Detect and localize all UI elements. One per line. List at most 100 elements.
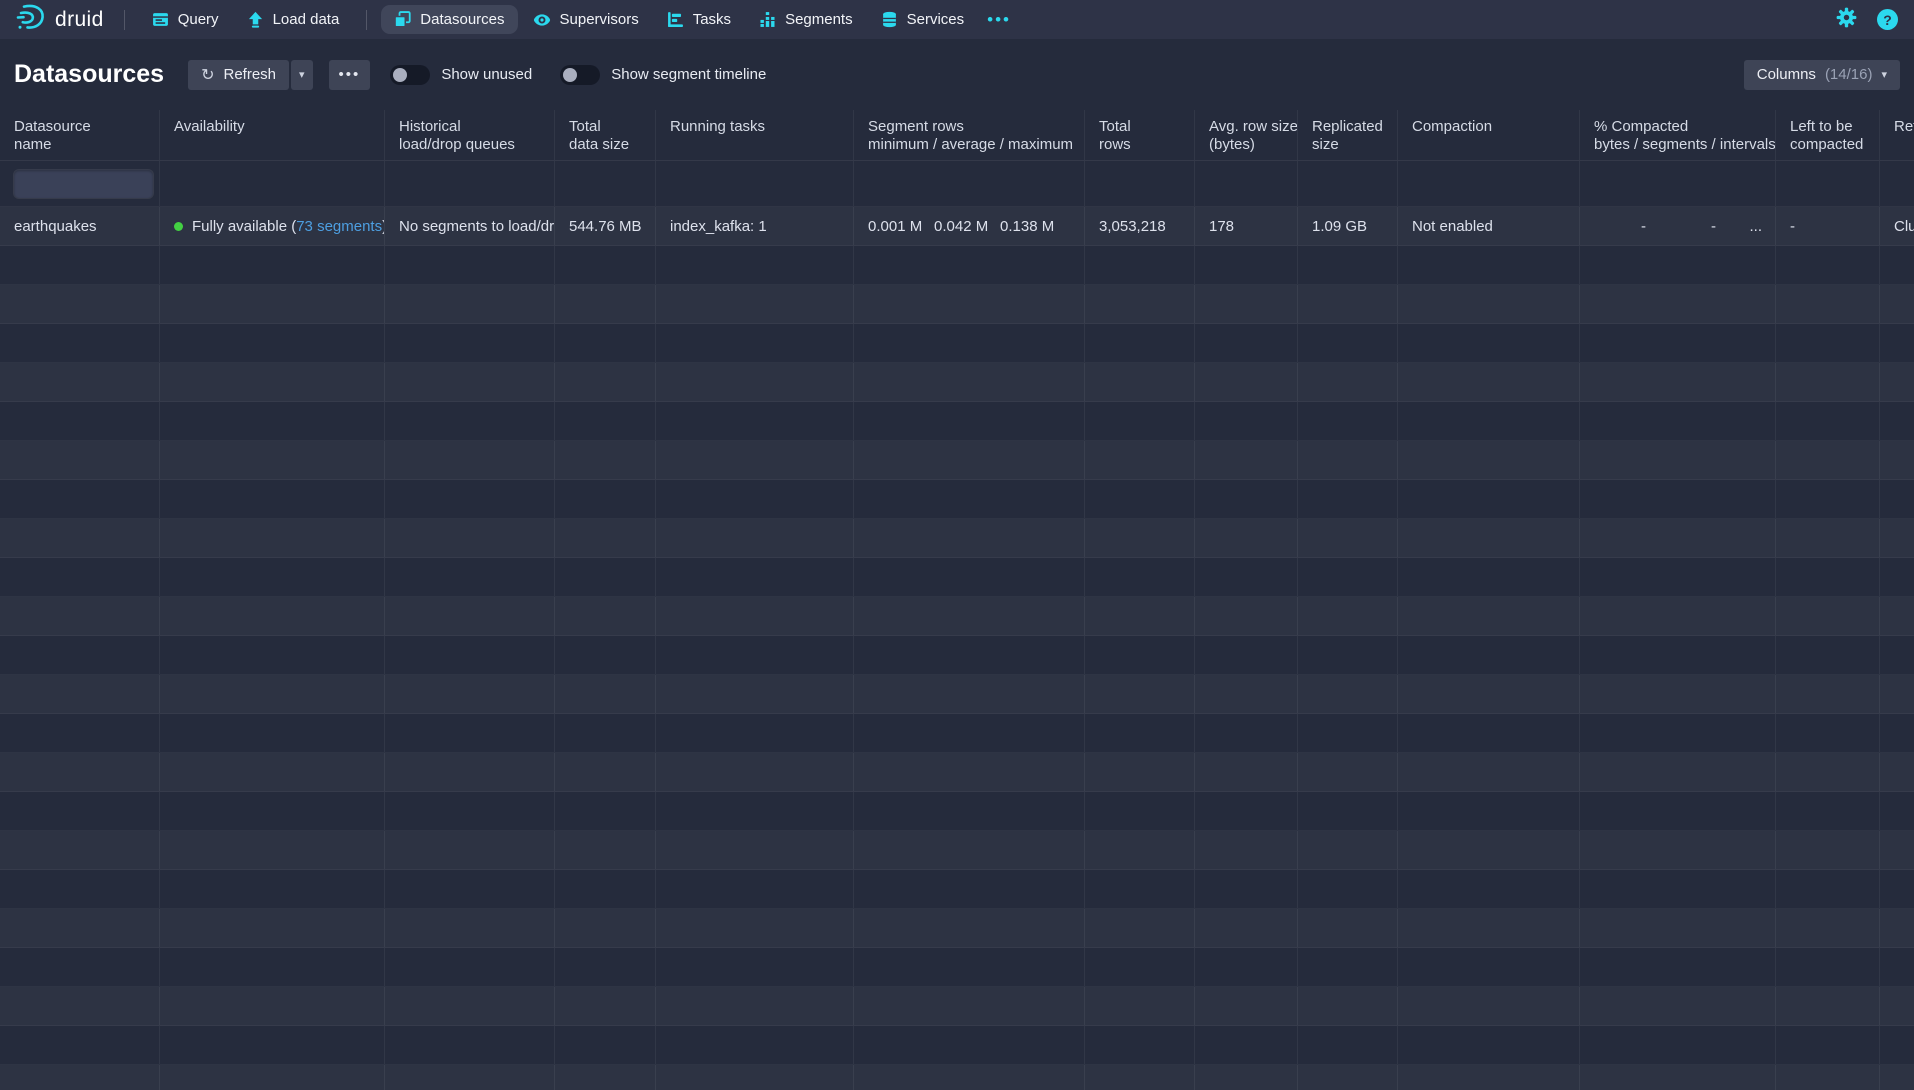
table-row-empty xyxy=(0,870,1914,909)
pct-compacted-bytes: - xyxy=(1594,218,1646,235)
segment-rows-avg: 0.042 M xyxy=(934,218,1000,235)
col-header-total-data-size[interactable]: Totaldata size xyxy=(555,110,656,160)
col-header-pct-compacted[interactable]: % Compactedbytes / segments / intervals xyxy=(1580,110,1776,160)
col-header-retention[interactable]: Retention xyxy=(1880,110,1914,160)
columns-label: Columns xyxy=(1757,66,1816,83)
nav-item-datasources[interactable]: Datasources xyxy=(381,5,517,34)
cell-total-rows: 3,053,218 xyxy=(1085,207,1195,245)
toggle-knob xyxy=(393,68,407,82)
datasources-icon xyxy=(394,11,411,28)
col-header-left-to-be-compacted[interactable]: Left to becompacted xyxy=(1776,110,1880,160)
table-row-empty xyxy=(0,324,1914,363)
table-row-empty xyxy=(0,987,1914,1026)
datasources-table: Datasourcename Availability Historicallo… xyxy=(0,110,1914,1090)
nav-item-query[interactable]: Query xyxy=(139,5,232,34)
cell-running-tasks[interactable]: index_kafka: 1 xyxy=(656,207,854,245)
chevron-down-icon: ▾ xyxy=(299,68,305,81)
cell-retention[interactable]: Cluster default xyxy=(1880,207,1914,245)
nav-item-label: Segments xyxy=(785,11,853,28)
table-row-empty xyxy=(0,675,1914,714)
col-header-availability[interactable]: Availability xyxy=(160,110,385,160)
druid-logo[interactable]: druid xyxy=(16,2,104,37)
cell-segment-rows: 0.001 M 0.042 M 0.138 M xyxy=(854,207,1085,245)
segment-rows-min: 0.001 M xyxy=(868,218,934,235)
col-header-datasource-name[interactable]: Datasourcename xyxy=(0,110,160,160)
cell-left-to-be-compacted: - xyxy=(1776,207,1880,245)
nav-more-button[interactable]: ••• xyxy=(979,4,1019,36)
cell-availability: Fully available ( 73 segments ) xyxy=(160,207,385,245)
query-icon xyxy=(152,11,169,28)
brand-text: druid xyxy=(55,8,104,32)
refresh-icon: ↻ xyxy=(201,65,214,85)
table-row-empty xyxy=(0,636,1914,675)
nav-item-load-data[interactable]: Load data xyxy=(234,5,353,34)
nav-item-tasks[interactable]: Tasks xyxy=(654,5,744,34)
table-row-empty xyxy=(0,519,1914,558)
table-body-empty-rows xyxy=(0,246,1914,1090)
availability-text: Fully available ( xyxy=(192,218,296,235)
table-row-empty xyxy=(0,480,1914,519)
table-row-empty xyxy=(0,558,1914,597)
columns-dropdown-button[interactable]: Columns (14/16) ▾ xyxy=(1744,60,1900,90)
nav-divider xyxy=(124,10,125,30)
cell-compaction[interactable]: Not enabled xyxy=(1398,207,1580,245)
table-row-empty xyxy=(0,792,1914,831)
refresh-interval-button[interactable]: ▾ xyxy=(291,60,313,90)
refresh-button[interactable]: ↻ Refresh xyxy=(188,60,289,90)
cell-avg-row-size: 178 xyxy=(1195,207,1298,245)
table-row-empty xyxy=(0,948,1914,987)
pct-compacted-intervals: ... xyxy=(1716,218,1762,235)
show-unused-toggle[interactable]: Show unused xyxy=(390,65,532,85)
top-navbar: druid Query Load data Datasources Superv… xyxy=(0,0,1914,39)
cell-total-data-size[interactable]: 544.76 MB xyxy=(555,207,656,245)
cell-pct-compacted: - - ... xyxy=(1580,207,1776,245)
col-header-compaction[interactable]: Compaction xyxy=(1398,110,1580,160)
nav-divider xyxy=(366,10,367,30)
cell-replicated-size: 1.09 GB xyxy=(1298,207,1398,245)
more-actions-button[interactable]: ••• xyxy=(329,60,371,90)
cell-load-drop-queues: No segments to load/drop xyxy=(385,207,555,245)
nav-item-supervisors[interactable]: Supervisors xyxy=(520,5,652,35)
toggle-track[interactable] xyxy=(560,65,600,85)
col-header-historical-queues[interactable]: Historicalload/drop queues xyxy=(385,110,555,160)
druid-logo-icon xyxy=(16,2,46,37)
col-header-avg-row-size[interactable]: Avg. row size(bytes) xyxy=(1195,110,1298,160)
table-row-empty xyxy=(0,753,1914,792)
nav-item-segments[interactable]: Segments xyxy=(746,5,866,34)
table-row-empty xyxy=(0,1065,1914,1090)
datasource-name-filter-input[interactable] xyxy=(14,170,153,198)
page-title: Datasources xyxy=(14,60,164,89)
nav-item-label: Load data xyxy=(273,11,340,28)
datasources-toolbar: Datasources ↻ Refresh ▾ ••• Show unused … xyxy=(0,39,1914,110)
table-row-earthquakes[interactable]: earthquakes Fully available ( 73 segment… xyxy=(0,207,1914,246)
columns-count: (14/16) xyxy=(1825,66,1873,83)
table-row-empty xyxy=(0,285,1914,324)
available-status-dot xyxy=(174,222,183,231)
nav-item-services[interactable]: Services xyxy=(868,5,978,34)
table-row-empty xyxy=(0,831,1914,870)
col-header-segment-rows[interactable]: Segment rowsminimum / average / maximum xyxy=(854,110,1085,160)
table-row-empty xyxy=(0,246,1914,285)
help-icon[interactable]: ? xyxy=(1877,9,1898,30)
table-filter-row xyxy=(0,161,1914,207)
col-header-replicated-size[interactable]: Replicatedsize xyxy=(1298,110,1398,160)
upload-arrow-icon xyxy=(247,11,264,28)
cell-datasource-name[interactable]: earthquakes xyxy=(0,207,160,245)
nav-item-label: Datasources xyxy=(420,11,504,28)
nav-item-label: Services xyxy=(907,11,965,28)
segments-count-link[interactable]: 73 segments xyxy=(296,218,382,235)
table-row-empty xyxy=(0,1026,1914,1065)
gantt-chart-icon xyxy=(667,11,684,28)
col-header-total-rows[interactable]: Totalrows xyxy=(1085,110,1195,160)
nav-item-label: Supervisors xyxy=(560,11,639,28)
eye-icon xyxy=(533,11,551,29)
toggle-track[interactable] xyxy=(390,65,430,85)
col-header-running-tasks[interactable]: Running tasks xyxy=(656,110,854,160)
pct-compacted-segments: - xyxy=(1646,218,1716,235)
segments-bar-chart-icon xyxy=(759,11,776,28)
table-row-empty xyxy=(0,714,1914,753)
filter-cell xyxy=(0,161,160,206)
table-row-empty xyxy=(0,402,1914,441)
gear-icon[interactable] xyxy=(1836,7,1857,33)
show-segment-timeline-toggle[interactable]: Show segment timeline xyxy=(560,65,766,85)
